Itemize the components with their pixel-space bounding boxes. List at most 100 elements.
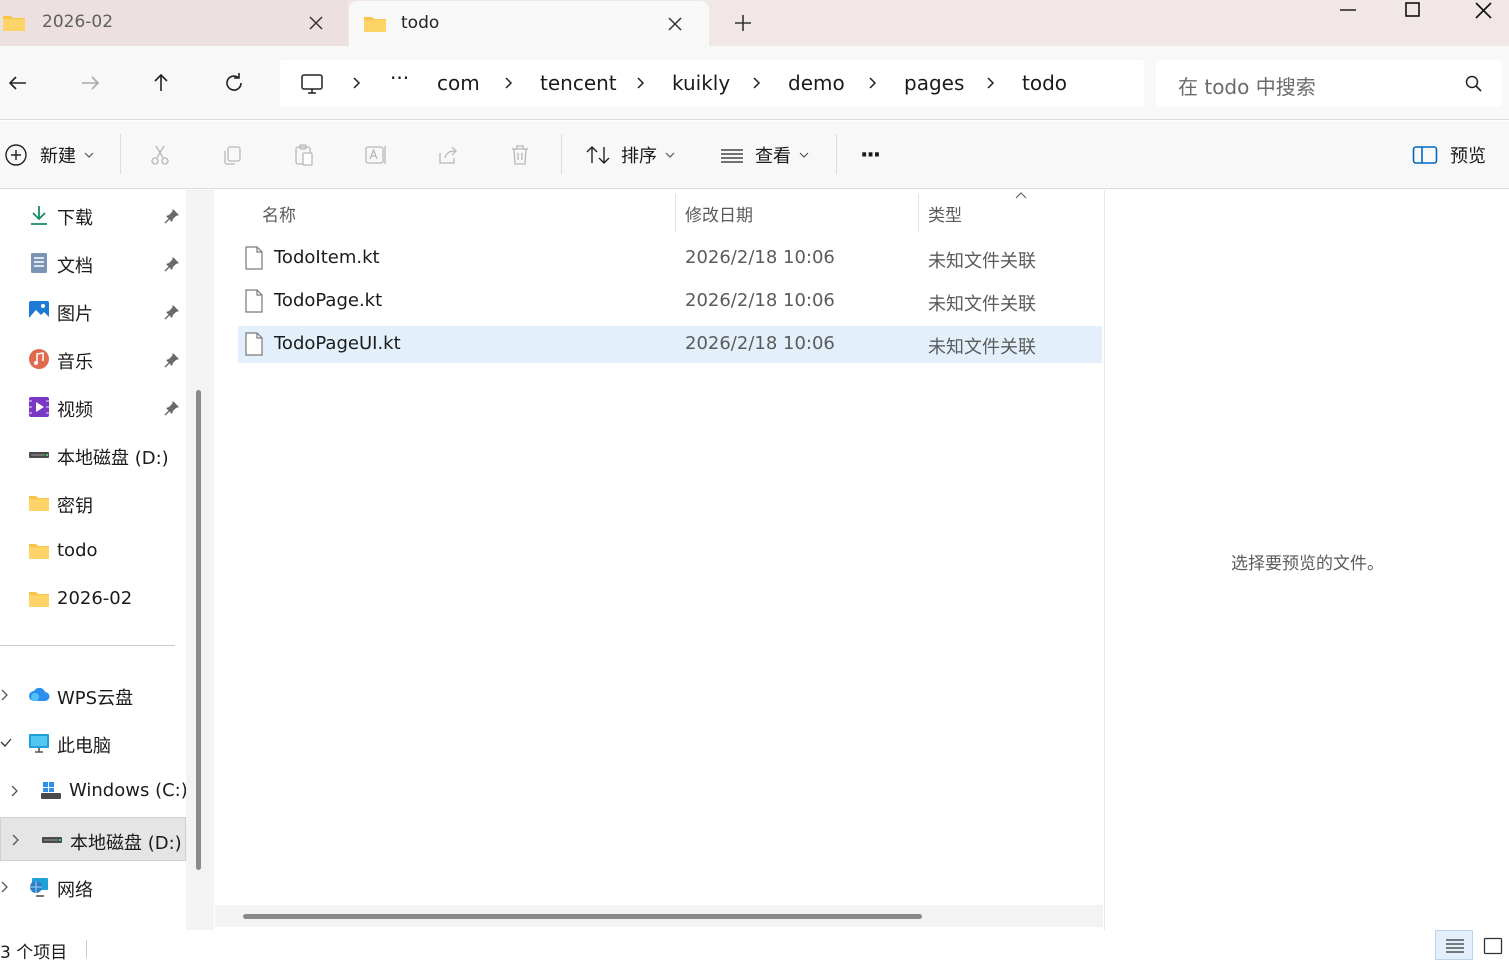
preview-label: 预览 — [1450, 146, 1486, 167]
file-name: TodoPageUI.kt — [274, 333, 401, 354]
chevron-right-icon[interactable] — [0, 881, 10, 893]
sidebar-scrollbar[interactable] — [196, 390, 201, 870]
minimize-icon[interactable] — [1326, 0, 1370, 26]
up-icon[interactable] — [149, 71, 173, 95]
view-button[interactable]: 查看 — [719, 121, 809, 189]
toolbar-separator — [836, 134, 837, 174]
column-header-name[interactable]: 名称 — [262, 201, 296, 226]
address-bar[interactable]: ··· com tencent kuikly demo pages todo — [280, 60, 1144, 107]
pin-icon[interactable] — [164, 256, 180, 272]
copy-icon[interactable] — [220, 143, 244, 167]
back-icon[interactable] — [6, 71, 30, 95]
tiles-view-button[interactable] — [1476, 930, 1509, 960]
search-icon[interactable] — [1464, 74, 1484, 94]
breadcrumb-tencent[interactable]: tencent — [540, 71, 617, 95]
sort-button[interactable]: 排序 — [585, 121, 675, 189]
breadcrumb-demo[interactable]: demo — [788, 71, 845, 95]
more-options-button[interactable]: ··· — [860, 121, 881, 189]
folder-icon — [29, 496, 49, 511]
file-icon — [245, 246, 263, 270]
sidebar-item-drive-d[interactable]: 本地磁盘 (D:) — [0, 433, 186, 477]
breadcrumb-com[interactable]: com — [437, 71, 480, 95]
sidebar-item-network[interactable]: 网络 — [0, 865, 186, 909]
breadcrumb-pages[interactable]: pages — [904, 71, 964, 95]
file-type: 未知文件关联 — [928, 251, 1036, 272]
sidebar-item-documents[interactable]: 文档 — [0, 241, 186, 285]
chevron-right-icon[interactable] — [502, 76, 516, 90]
chevron-right-icon[interactable] — [984, 76, 998, 90]
sidebar-item-drive-d-tree[interactable]: 本地磁盘 (D:) — [0, 817, 186, 861]
breadcrumb-overflow[interactable]: ··· — [390, 66, 409, 90]
chevron-down-icon[interactable] — [0, 737, 12, 749]
breadcrumb-kuikly[interactable]: kuikly — [672, 71, 730, 95]
close-tab-icon[interactable] — [665, 14, 685, 34]
close-icon[interactable] — [1462, 0, 1506, 26]
this-pc-icon — [29, 734, 49, 753]
pin-icon[interactable] — [164, 304, 180, 320]
chevron-right-icon[interactable] — [866, 76, 880, 90]
share-icon[interactable] — [436, 143, 460, 167]
table-row-selected[interactable]: TodoPageUI.kt 2026/2/18 10:06 未知文件关联 — [238, 326, 1102, 363]
pin-icon[interactable] — [164, 352, 180, 368]
column-separator[interactable] — [675, 194, 676, 232]
column-header-date[interactable]: 修改日期 — [685, 201, 753, 226]
table-row[interactable]: TodoItem.kt 2026/2/18 10:06 未知文件关联 — [238, 240, 1102, 277]
sidebar-item-downloads[interactable]: 下载 — [0, 193, 186, 237]
sidebar-item-this-pc[interactable]: 此电脑 — [0, 721, 186, 765]
chevron-right-icon[interactable] — [750, 76, 764, 90]
close-tab-icon[interactable] — [306, 13, 326, 33]
monitor-icon[interactable] — [300, 72, 324, 96]
new-button[interactable]: 新建 — [4, 121, 94, 189]
sidebar-item-2026-02-folder[interactable]: 2026-02 — [0, 577, 186, 621]
column-separator[interactable] — [918, 194, 919, 232]
table-row[interactable]: TodoPage.kt 2026/2/18 10:06 未知文件关联 — [238, 283, 1102, 320]
column-header-type[interactable]: 类型 — [928, 201, 962, 226]
sidebar-item-label: 音乐 — [57, 352, 93, 373]
folder-icon — [3, 16, 25, 31]
maximize-icon[interactable] — [1390, 0, 1434, 26]
sidebar-item-label: 此电脑 — [57, 736, 111, 757]
details-view-button[interactable] — [1435, 930, 1473, 960]
paste-icon[interactable] — [292, 143, 316, 167]
navigation-bar: ··· com tencent kuikly demo pages todo 在… — [0, 46, 1509, 120]
sidebar-item-label: Windows (C:) — [69, 780, 188, 801]
breadcrumb-todo[interactable]: todo — [1022, 71, 1067, 95]
tab-todo[interactable]: todo — [349, 1, 709, 46]
horizontal-scrollbar[interactable] — [243, 914, 922, 919]
sidebar-item-keys-folder[interactable]: 密钥 — [0, 481, 186, 525]
delete-icon[interactable] — [508, 143, 532, 167]
sidebar-item-windows-c[interactable]: Windows (C:) — [0, 769, 188, 813]
search-box[interactable]: 在 todo 中搜索 — [1156, 60, 1502, 107]
sidebar-item-videos[interactable]: 视频 — [0, 385, 186, 429]
chevron-right-icon[interactable] — [350, 76, 364, 90]
tab-2026-02[interactable]: 2026-02 — [0, 0, 348, 46]
tab-label: todo — [401, 13, 440, 33]
refresh-icon[interactable] — [222, 71, 246, 95]
rename-icon[interactable] — [364, 143, 388, 167]
chevron-right-icon[interactable] — [10, 785, 20, 797]
wps-cloud-icon — [29, 687, 50, 701]
folder-icon — [29, 544, 49, 559]
new-tab-icon[interactable] — [732, 12, 754, 34]
cut-icon[interactable] — [148, 143, 172, 167]
view-list-icon — [721, 149, 743, 163]
chevron-right-icon[interactable] — [634, 76, 648, 90]
pin-icon[interactable] — [164, 208, 180, 224]
sort-ascending-icon — [1015, 192, 1027, 199]
toolbar-separator — [120, 134, 121, 174]
pin-icon[interactable] — [164, 400, 180, 416]
sidebar-item-todo-folder[interactable]: todo — [0, 529, 186, 573]
forward-icon[interactable] — [78, 71, 102, 95]
search-input[interactable]: 在 todo 中搜索 — [1178, 71, 1316, 100]
sidebar-item-label: 图片 — [57, 304, 93, 325]
sidebar-item-music[interactable]: 音乐 — [0, 337, 186, 381]
videos-icon — [29, 397, 49, 417]
sidebar-item-pictures[interactable]: 图片 — [0, 289, 186, 333]
file-type: 未知文件关联 — [928, 294, 1036, 315]
chevron-right-icon[interactable] — [0, 689, 10, 701]
music-icon — [29, 349, 49, 369]
preview-pane-button[interactable]: 预览 — [1412, 121, 1486, 189]
sidebar-item-label: 本地磁盘 (D:) — [70, 833, 182, 854]
sidebar-item-wps-cloud[interactable]: WPS云盘 — [0, 673, 186, 717]
chevron-right-icon[interactable] — [11, 834, 21, 846]
